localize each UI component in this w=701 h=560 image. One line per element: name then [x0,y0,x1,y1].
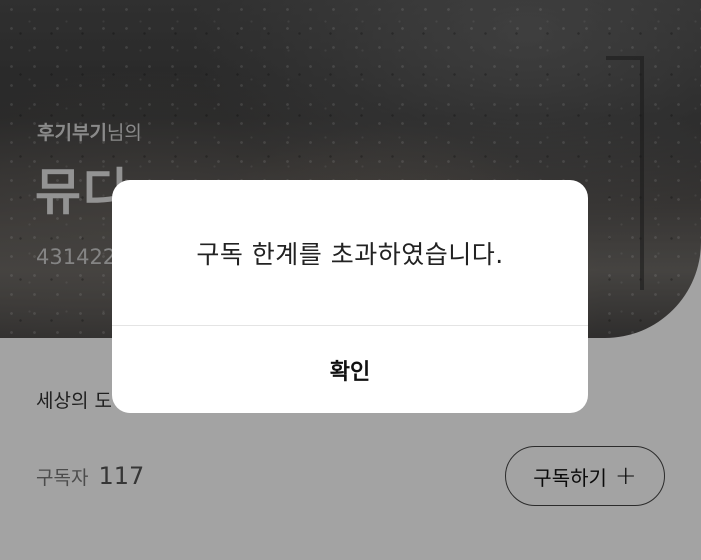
confirm-button[interactable]: 확인 [112,326,588,413]
channel-screen: 후기부기님의 뮤디 431422 세상의 도 구독자 117 구독하기 + 구독… [0,0,701,560]
dialog-message: 구독 한계를 초과하였습니다. [196,239,504,269]
alert-dialog: 구독 한계를 초과하였습니다. 확인 [112,180,588,413]
